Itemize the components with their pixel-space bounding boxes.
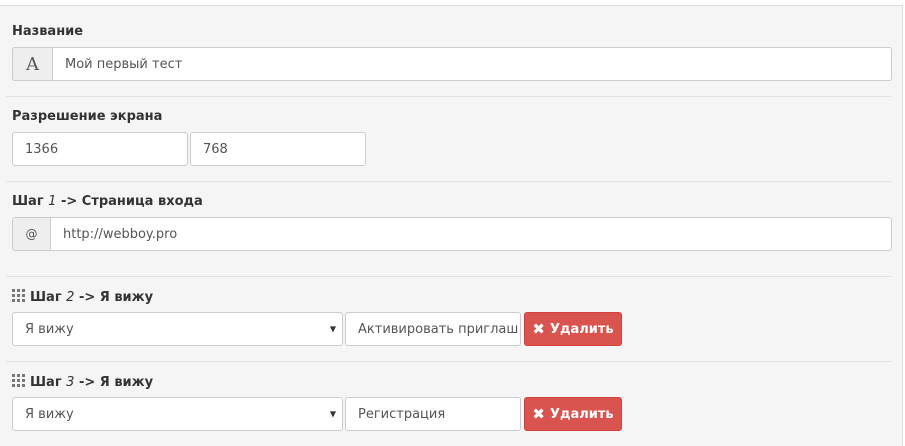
step3-label: Шаг 3 -> Я вижу [12,374,153,391]
section-divider [6,361,892,362]
step2-text-value: Активировать приглаш [358,321,519,337]
at-icon-glyph: @ [25,227,38,241]
step2-action-select[interactable]: Я вижу ▼ [12,312,343,346]
step3-number: 3 [66,375,75,390]
resolution-height-value: 768 [203,141,228,157]
section-divider [6,276,892,277]
grid-icon[interactable] [12,289,25,306]
resolution-label: Разрешение экрана [12,109,162,124]
step2-label: Шаг 2 -> Я вижу [12,289,153,306]
step1-suffix: -> Страница входа [60,194,203,209]
step3-action-select[interactable]: Я вижу ▼ [12,397,343,431]
caret-down-icon: ▼ [329,324,336,334]
step3-select-value: Я вижу [25,406,74,422]
text-icon-glyph: A [26,53,39,75]
step3-text-input[interactable]: Регистрация [345,397,521,431]
resolution-height-input[interactable]: 768 [190,132,366,166]
times-icon: ✖ [532,320,545,338]
step2-suffix: -> Я вижу [78,290,154,305]
section-divider [6,181,892,182]
step1-label: Шаг 1 -> Страница входа [12,194,203,209]
step2-delete-label: Удалить [549,321,614,337]
step3-delete-label: Удалить [549,406,614,422]
step2-select-value: Я вижу [25,321,74,337]
step2-prefix: Шаг [30,290,62,305]
text-icon: A [12,47,52,81]
name-label-text: Название [12,24,84,39]
resolution-width-value: 1366 [25,141,59,157]
step3-prefix: Шаг [30,375,62,390]
step2-delete-button[interactable]: ✖ Удалить [524,312,622,346]
step1-prefix: Шаг [12,194,44,209]
name-input[interactable]: Мой первый тест [52,47,892,81]
step2-number: 2 [66,290,75,305]
test-form-panel: Название A Мой первый тест Разрешение эк… [0,5,903,446]
step3-delete-button[interactable]: ✖ Удалить [524,397,622,431]
times-icon: ✖ [532,405,545,423]
name-label: Название [12,24,83,39]
step2-text-input[interactable]: Активировать приглаш [345,312,521,346]
step1-url-value: http://webboy.pro [63,226,178,242]
at-icon: @ [12,217,50,251]
grid-icon[interactable] [12,374,25,391]
caret-down-icon: ▼ [329,409,336,419]
step1-url-input[interactable]: http://webboy.pro [50,217,892,251]
section-divider [6,96,892,97]
step1-number: 1 [48,194,57,209]
step3-text-value: Регистрация [358,406,446,422]
name-input-value: Мой первый тест [65,56,183,72]
resolution-label-text: Разрешение экрана [12,109,163,124]
step3-suffix: -> Я вижу [78,375,154,390]
resolution-width-input[interactable]: 1366 [12,132,188,166]
